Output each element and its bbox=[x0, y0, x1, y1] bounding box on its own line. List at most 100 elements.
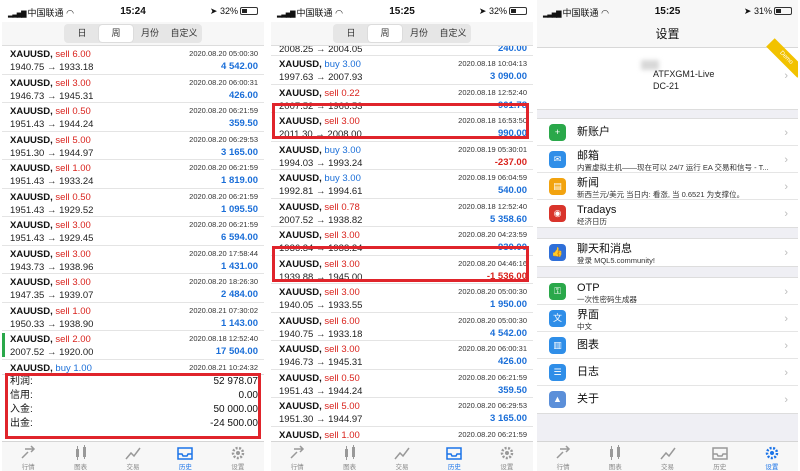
tab-week[interactable]: 周 bbox=[99, 25, 133, 42]
deal-volume: 3.00 bbox=[342, 173, 361, 184]
deal-row[interactable]: XAUUSD, sell 0.50 2020.08.20 06:21:59 1951… bbox=[2, 189, 264, 217]
tab-day[interactable]: 日 bbox=[334, 25, 368, 42]
deal-volume: 2.00 bbox=[72, 334, 91, 345]
tab-chart[interactable]: 图表 bbox=[589, 442, 641, 471]
tab-month[interactable]: 月份 bbox=[133, 25, 167, 42]
deal-row[interactable]: XAUUSD, sell 3.00 2020.08.20 06:21:59 1951… bbox=[2, 217, 264, 246]
deal-side: sell bbox=[324, 344, 339, 355]
tab-quotes[interactable]: 行情 bbox=[537, 442, 589, 471]
period-selector: 日 周 月份 自定义 bbox=[271, 22, 533, 46]
deal-side: sell bbox=[55, 163, 70, 174]
deal-volume: 3.00 bbox=[341, 230, 360, 241]
deal-row[interactable]: XAUUSD, sell 6.00 2020.08.20 05:00:30 1940… bbox=[271, 313, 533, 341]
deal-profit: 426.00 bbox=[497, 356, 527, 367]
list-item-partial[interactable]: 2008.25 → 2004.05 240.00 bbox=[271, 46, 533, 56]
deal-row[interactable]: XAUUSD, sell 3.00 2020.08.20 18:26:30 1947… bbox=[2, 274, 264, 303]
tab-settings[interactable]: 设置 bbox=[481, 442, 533, 471]
tab-custom[interactable]: 自定义 bbox=[436, 25, 470, 42]
deal-time: 2020.08.20 06:21:59 bbox=[458, 429, 527, 439]
deal-symbol: XAUUSD, bbox=[10, 77, 53, 89]
deal-symbol: XAUUSD, bbox=[10, 49, 53, 60]
settings-group-main: + 新账户 › ✉ 邮箱 内置虚拟主机——现在可以 24/7 运行 EA 交易和信号 - … bbox=[537, 118, 798, 228]
deal-row[interactable]: XAUUSD, buy 3.00 2020.08.18 10:04:13 1997.… bbox=[271, 56, 533, 85]
chevron-right-icon: › bbox=[784, 181, 788, 193]
deal-volume: 3.00 bbox=[341, 258, 360, 270]
deal-row[interactable]: XAUUSD, sell 1.00 2020.08.20 06:21:59 1951… bbox=[2, 160, 264, 189]
tab-history[interactable]: 历史 bbox=[159, 442, 211, 471]
tab-settings[interactable]: 设置 bbox=[212, 442, 264, 471]
deal-row[interactable]: XAUUSD, sell 3.00 2020.08.20 06:00:31 1946… bbox=[2, 75, 264, 103]
deal-row[interactable]: XAUUSD, sell 3.00 2020.08.20 04:46:16 1939… bbox=[271, 256, 533, 284]
tab-day[interactable]: 日 bbox=[65, 25, 99, 42]
trade-icon bbox=[659, 447, 676, 460]
deal-row[interactable]: XAUUSD, sell 6.00 2020.08.20 05:00:30 1940… bbox=[2, 46, 264, 75]
deal-row[interactable]: XAUUSD, sell 5.00 2020.08.20 06:29:53 1951… bbox=[2, 132, 264, 160]
deal-row[interactable]: XAUUSD, sell 0.22 2020.08.18 12:52:40 2007… bbox=[271, 85, 533, 113]
summary-profit: 利润: 52 978.07 bbox=[10, 376, 258, 387]
tab-quotes[interactable]: 行情 bbox=[2, 442, 54, 471]
deal-volume: 1.00 bbox=[72, 163, 91, 174]
settings-item[interactable]: ▲ 关于 › bbox=[537, 386, 798, 413]
deal-row[interactable]: XAUUSD, sell 1.00 2020.08.20 06:21:59 bbox=[271, 427, 533, 442]
settings-item[interactable]: 👍 聊天和消息 登录 MQL5.community! › bbox=[537, 239, 798, 266]
deal-row[interactable]: XAUUSD, sell 3.00 2020.08.18 16:53:50 2011… bbox=[271, 113, 533, 142]
deal-prices: 1951.43 → 1944.24 bbox=[279, 385, 363, 397]
deal-time: 2020.08.18 10:04:13 bbox=[458, 59, 527, 68]
deal-row[interactable]: XAUUSD, sell 0.78 2020.08.18 12:52:40 2007… bbox=[271, 199, 533, 227]
deal-row[interactable]: XAUUSD, sell 0.50 2020.08.20 06:21:59 1951… bbox=[2, 103, 264, 132]
tab-chart[interactable]: 图表 bbox=[54, 442, 106, 471]
deal-time: 2020.08.20 18:26:30 bbox=[189, 277, 258, 286]
deal-row[interactable]: XAUUSD, sell 3.00 2020.08.20 06:00:31 1946… bbox=[271, 341, 533, 370]
deal-side: sell bbox=[324, 372, 339, 384]
settings-item[interactable]: ◉ Tradays 经济日历 › bbox=[537, 200, 798, 227]
settings-item[interactable]: ✉ 邮箱 内置虚拟主机——现在可以 24/7 运行 EA 交易和信号 - T... › bbox=[537, 146, 798, 173]
deal-row[interactable]: XAUUSD, sell 3.00 2020.08.20 04:23:59 1936… bbox=[271, 227, 533, 256]
deal-symbol: XAUUSD, bbox=[10, 277, 53, 288]
deal-symbol: XAUUSD, bbox=[10, 106, 53, 117]
deal-list[interactable]: 2008.25 → 2004.05 240.00 XAUUSD, buy 3.0… bbox=[271, 46, 533, 441]
deal-prices: 1946.73 → 1945.31 bbox=[10, 90, 94, 102]
deal-volume: 3.00 bbox=[341, 287, 360, 298]
deal-row[interactable]: XAUUSD, sell 5.00 2020.08.20 06:29:53 1951… bbox=[271, 398, 533, 427]
deal-profit: 540.00 bbox=[497, 185, 527, 196]
settings-item[interactable]: + 新账户 › bbox=[537, 119, 798, 146]
deal-symbol: XAUUSD, bbox=[279, 201, 322, 213]
deal-time: 2020.08.20 06:21:59 bbox=[189, 163, 258, 172]
deal-symbol: XAUUSD, bbox=[279, 59, 322, 70]
deal-row[interactable]: XAUUSD, sell 0.50 2020.08.20 06:21:59 1951… bbox=[271, 370, 533, 398]
account-row[interactable]: ATFXGM1-Live DC-21 Demo › bbox=[537, 38, 798, 110]
deal-side: sell bbox=[324, 230, 339, 241]
deal-time: 2020.08.20 04:23:59 bbox=[458, 230, 527, 239]
deal-profit: 3 165.00 bbox=[490, 413, 527, 424]
tab-trade[interactable]: 交易 bbox=[641, 442, 693, 471]
tab-trade[interactable]: 交易 bbox=[107, 442, 159, 471]
account-sub: DC-21 bbox=[653, 81, 680, 91]
settings-item[interactable]: ☰ 日志 › bbox=[537, 359, 798, 386]
tab-trade[interactable]: 交易 bbox=[376, 442, 428, 471]
deal-row[interactable]: XAUUSD, sell 3.00 2020.08.20 17:58:44 1943… bbox=[2, 246, 264, 274]
tab-history[interactable]: 历史 bbox=[694, 442, 746, 471]
tab-settings[interactable]: 设置 bbox=[746, 442, 798, 471]
deal-row[interactable]: XAUUSD, sell 2.00 2020.08.18 12:52:40 2007… bbox=[2, 331, 264, 360]
deal-volume: 6.00 bbox=[341, 315, 360, 327]
tab-history[interactable]: 历史 bbox=[428, 442, 480, 471]
deal-time: 2020.08.18 12:52:40 bbox=[458, 201, 527, 211]
tab-quotes[interactable]: 行情 bbox=[271, 442, 323, 471]
settings-item-title: 界面 bbox=[577, 309, 599, 321]
tab-month[interactable]: 月份 bbox=[402, 25, 436, 42]
deal-row[interactable]: XAUUSD, buy 3.00 2020.08.19 05:30:01 1994.… bbox=[271, 142, 533, 170]
deal-row[interactable]: XAUUSD, sell 3.00 2020.08.20 05:00:30 1940… bbox=[271, 284, 533, 313]
tab-custom[interactable]: 自定义 bbox=[167, 25, 201, 42]
tab-week[interactable]: 周 bbox=[368, 25, 402, 42]
settings-item[interactable]: ▥ 图表 › bbox=[537, 332, 798, 359]
settings-item[interactable]: 文界面 中文 › bbox=[537, 305, 798, 332]
deal-volume: 3.00 bbox=[342, 59, 361, 70]
settings-item[interactable]: ⚿ OTP 一次性密码生成器 › bbox=[537, 278, 798, 305]
deal-row[interactable]: XAUUSD, sell 1.00 2020.08.21 07:30:02 1950… bbox=[2, 303, 264, 331]
deal-row[interactable]: XAUUSD, buy 3.00 2020.08.19 06:04:59 1992.… bbox=[271, 170, 533, 199]
deal-time: 2020.08.18 12:52:40 bbox=[189, 334, 258, 343]
tab-chart[interactable]: 图表 bbox=[323, 442, 375, 471]
deal-side: sell bbox=[324, 116, 339, 127]
chevron-right-icon: › bbox=[784, 340, 788, 352]
settings-item[interactable]: ▤ 新闻 新西兰元/美元 当日内: 看涨, 当 0.6521 为支撑位。 › bbox=[537, 173, 798, 200]
